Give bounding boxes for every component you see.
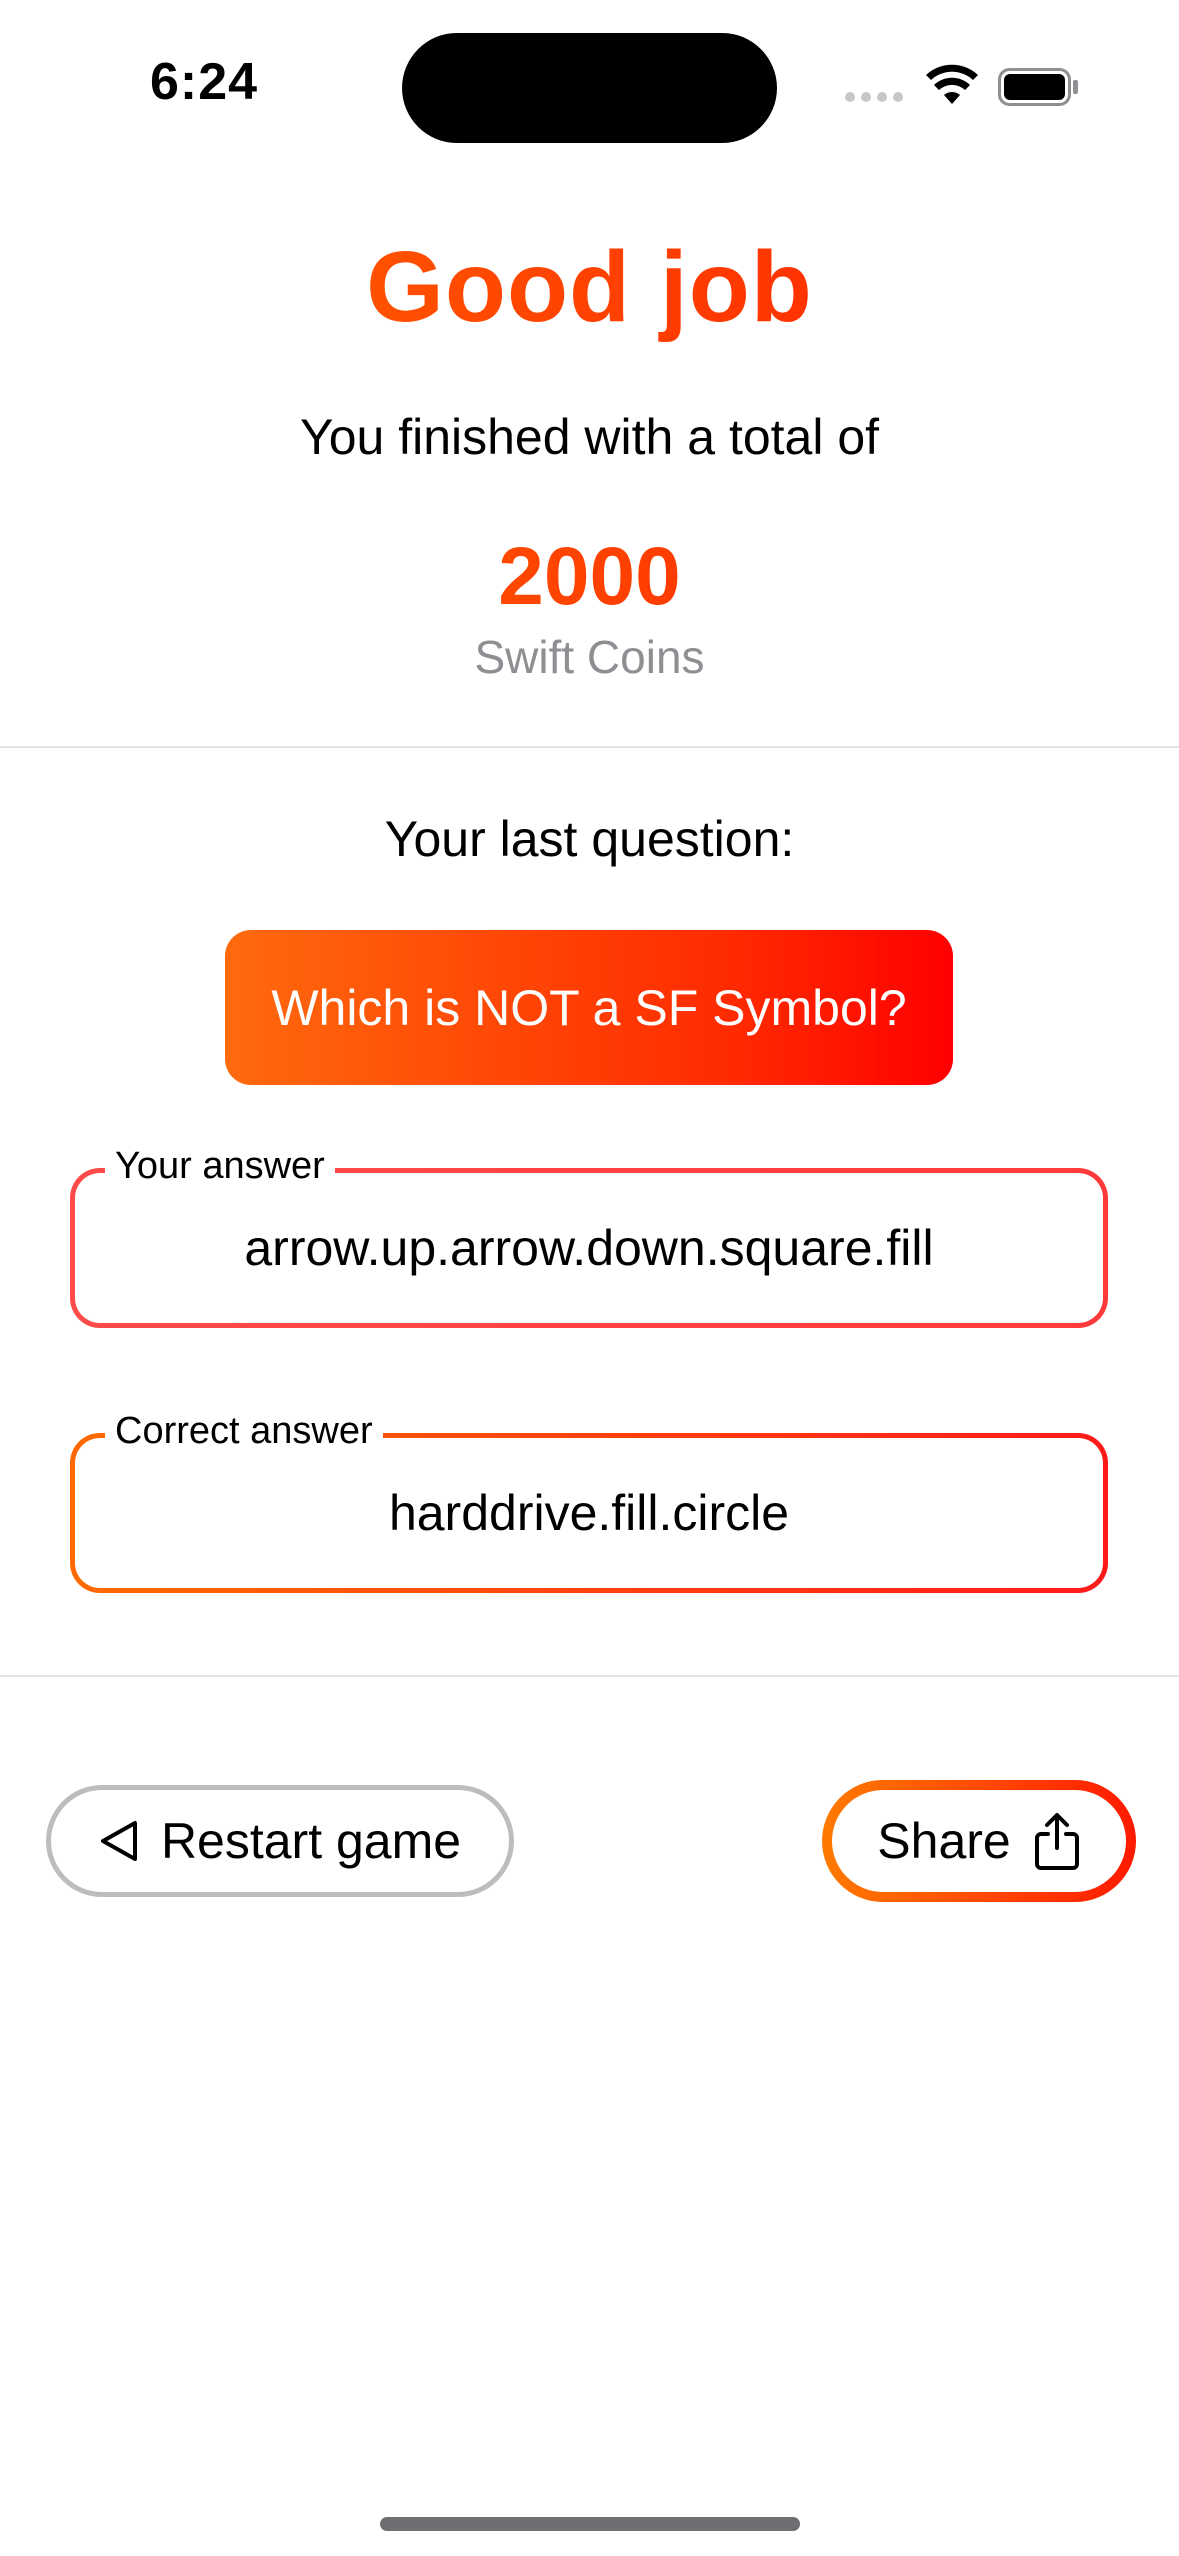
battery-icon: [998, 68, 1078, 106]
score-value: 2000: [0, 530, 1179, 624]
last-question-label: Your last question:: [384, 811, 795, 867]
dynamic-island: [402, 33, 777, 143]
home-indicator[interactable]: [380, 2517, 800, 2531]
page-title: Good job: [0, 230, 1179, 345]
share-label: Share: [877, 1813, 1011, 1869]
cellular-signal-icon: [845, 92, 903, 102]
correct-answer-field: Correct answer harddrive.fill.circle: [70, 1406, 1108, 1593]
share-icon: [1034, 1813, 1079, 1870]
correct-answer-value: harddrive.fill.circle: [388, 1485, 790, 1541]
status-time: 6:24: [150, 53, 259, 111]
divider: [0, 746, 1179, 748]
back-triangle-icon: [100, 1821, 137, 1861]
divider: [0, 1675, 1179, 1677]
your-answer-value: arrow.up.arrow.down.square.fill: [244, 1220, 934, 1276]
question-text: Which is NOT a SF Symbol?: [271, 979, 907, 1036]
subtitle: You finished with a total of: [299, 409, 880, 465]
wifi-icon: [926, 64, 978, 104]
share-button[interactable]: Share: [822, 1780, 1136, 1902]
score-unit: Swift Coins: [474, 631, 705, 683]
restart-game-label: Restart game: [160, 1813, 462, 1869]
your-answer-field: Your answer arrow.up.arrow.down.square.f…: [70, 1141, 1108, 1328]
restart-game-button[interactable]: Restart game: [46, 1785, 514, 1897]
question-card: Which is NOT a SF Symbol?: [225, 930, 953, 1085]
